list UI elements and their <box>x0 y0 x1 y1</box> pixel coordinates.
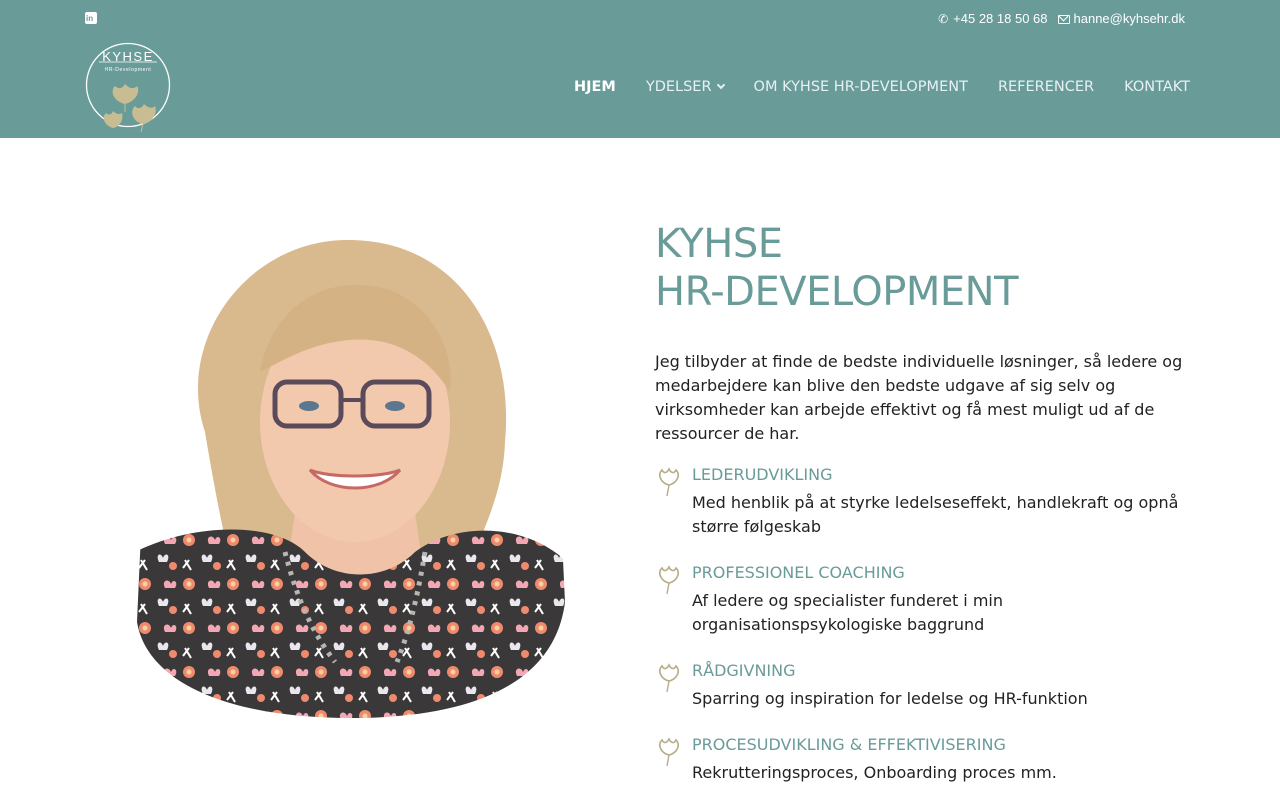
nav-label-ydelser: YDELSER <box>645 79 712 95</box>
nav-label-hjem: HJEM <box>573 79 616 95</box>
service-description: Med henblik på at styrke ledelseseffekt,… <box>692 493 1179 536</box>
nav-item-kontakt[interactable]: KONTAKT <box>1124 76 1190 98</box>
service-item: LEDERUDVIKLING Med henblik på at styrke … <box>655 465 1200 563</box>
ginkgo-leaf-icon <box>659 737 679 767</box>
site-logo[interactable]: KYHSE HR-Development <box>85 42 171 134</box>
ginkgo-leaves-graphic <box>103 84 156 133</box>
nav-item-om[interactable]: OM KYHSE HR-DEVELOPMENT <box>754 76 968 98</box>
page-title: KYHSE HR-DEVELOPMENT <box>655 220 1200 316</box>
ginkgo-leaf-icon <box>659 467 679 497</box>
title-line-2: HR-DEVELOPMENT <box>655 269 1019 315</box>
logo-wordmark: KYHSE <box>102 49 154 64</box>
intro-text: Jeg tilbyder at finde de bedste individu… <box>655 352 1183 443</box>
contact-info: ✆ +45 28 18 50 68 hanne@kyhsehr.dk <box>937 10 1185 28</box>
service-title: LEDERUDVIKLING <box>692 465 833 484</box>
phone-number: +45 28 18 50 68 <box>953 11 1048 26</box>
chevron-down-icon <box>716 80 725 90</box>
nav-label-referencer: REFERENCER <box>997 79 1095 95</box>
title-line-1: KYHSE <box>655 221 783 267</box>
nav-item-referencer[interactable]: REFERENCER <box>998 76 1094 98</box>
envelope-icon <box>1057 14 1070 24</box>
services-list: LEDERUDVIKLING Med henblik på at styrke … <box>655 465 1200 785</box>
portrait-image <box>135 222 567 718</box>
nav-item-hjem[interactable]: HJEM <box>574 76 616 98</box>
service-title: RÅDGIVNING <box>692 661 796 680</box>
nav-label-om: OM KYHSE HR-DEVELOPMENT <box>753 79 968 95</box>
nav-label-kontakt: KONTAKT <box>1124 79 1190 95</box>
service-description: Sparring og inspiration for ledelse og H… <box>692 689 1088 708</box>
service-title: PROCESUDVIKLING & EFFEKTIVISERING <box>692 735 1006 754</box>
service-description: Af ledere og specialister funderet i min… <box>692 591 1004 634</box>
linkedin-icon[interactable]: in <box>85 12 97 24</box>
service-description: Rekrutteringsproces, Onboarding proces m… <box>692 763 1057 782</box>
ginkgo-leaf-icon <box>659 663 679 693</box>
email-address: hanne@kyhsehr.dk <box>1073 11 1186 26</box>
nav-item-ydelser[interactable]: YDELSER <box>645 76 725 98</box>
service-title: PROFESSIONEL COACHING <box>692 563 905 582</box>
ginkgo-leaf-icon <box>659 565 679 595</box>
service-item: RÅDGIVNING Sparring og inspiration for l… <box>655 661 1200 735</box>
logo-tagline: HR-Development <box>105 67 152 73</box>
service-item: PROCESUDVIKLING & EFFEKTIVISERING Rekrut… <box>655 735 1200 785</box>
phone-icon: ✆ <box>938 12 949 26</box>
main-navigation: HJEM YDELSER OM KYHSE HR-DEVELOPMENT REF… <box>574 76 1190 98</box>
phone-link[interactable]: ✆ +45 28 18 50 68 <box>937 10 1047 28</box>
top-bar: in ✆ +45 28 18 50 68 hanne@kyhsehr.dk <box>0 0 1280 38</box>
site-header: in ✆ +45 28 18 50 68 hanne@kyhsehr.dk KY… <box>0 0 1280 138</box>
service-item: PROFESSIONEL COACHING Af ledere og speci… <box>655 563 1200 661</box>
email-link[interactable]: hanne@kyhsehr.dk <box>1057 10 1186 28</box>
hero-content: KYHSE HR-DEVELOPMENT Jeg tilbyder at fin… <box>655 220 1200 782</box>
